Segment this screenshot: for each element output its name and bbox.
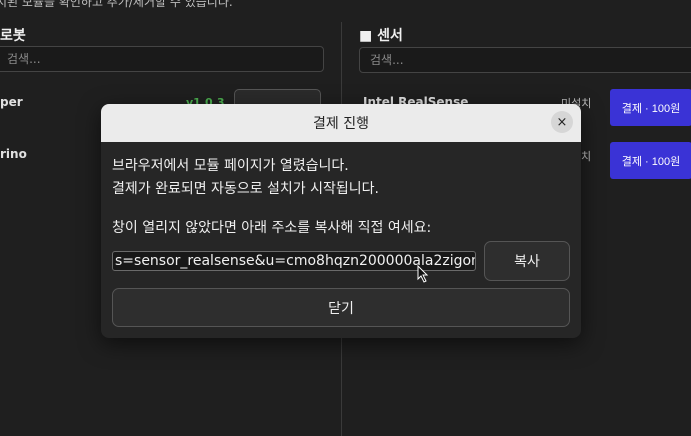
robot-search-input[interactable] <box>0 46 324 72</box>
dialog-header: 결제 진행 <box>101 104 581 142</box>
dialog-instruction: 창이 열리지 않았다면 아래 주소를 복사해 직접 여세요: <box>112 220 432 236</box>
close-button[interactable]: 닫기 <box>112 288 570 327</box>
sensor-search-input[interactable] <box>359 47 691 73</box>
pay-button[interactable]: 결제 · 100원 <box>610 142 691 179</box>
sensor-section-title: ■ 센서 <box>359 28 403 44</box>
mouse-pointer-icon <box>417 265 429 283</box>
pay-button[interactable]: 결제 · 100원 <box>610 89 691 126</box>
copy-button[interactable]: 복사 <box>484 241 570 281</box>
sensor-item-status: 치 <box>581 150 592 163</box>
close-icon[interactable]: × <box>551 111 573 133</box>
dialog-message-line: 결제가 완료되면 자동으로 설치가 시작됩니다. <box>112 181 379 197</box>
robot-item-name: rino <box>0 147 27 161</box>
robot-section-title: 로봇 <box>0 28 26 44</box>
payment-dialog: 결제 진행 × 브라우저에서 모듈 페이지가 열렸습니다. 결제가 완료되면 자… <box>101 104 581 338</box>
dialog-message-line: 브라우저에서 모듈 페이지가 열렸습니다. <box>112 158 349 174</box>
robot-item-name: per <box>0 95 23 109</box>
page-description: 치된 모듈을 확인하고 추가/제거할 수 있습니다. <box>0 0 233 9</box>
dialog-title: 결제 진행 <box>313 116 369 132</box>
